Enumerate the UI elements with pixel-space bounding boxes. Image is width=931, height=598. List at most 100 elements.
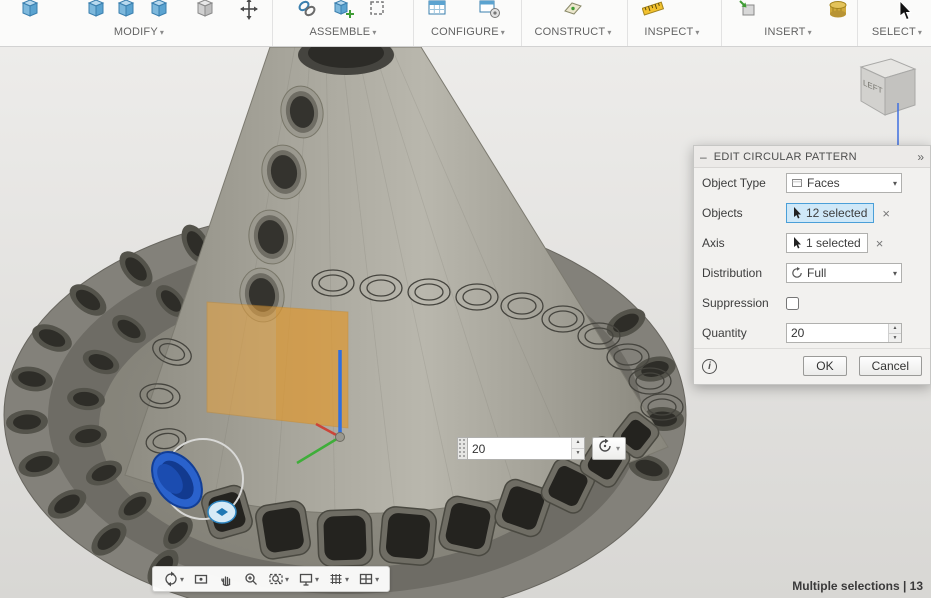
look-at-icon[interactable] [193, 571, 209, 587]
chevron-down-icon: ▾ [808, 28, 812, 37]
suppression-checkbox[interactable] [786, 297, 799, 310]
select-cursor-icon [793, 207, 802, 219]
menu-insert[interactable]: INSERT▾ [764, 26, 812, 38]
chevron-down-icon: ▾ [345, 575, 349, 584]
toolbar-separator [857, 0, 858, 46]
menu-configure[interactable]: CONFIGURE▾ [431, 26, 505, 38]
chevron-down-icon: ▾ [616, 444, 620, 453]
menu-assemble[interactable]: ASSEMBLE▾ [309, 26, 376, 38]
objects-selection-chip[interactable]: 12 selected [786, 203, 874, 223]
selection-status: Multiple selections | 13 [792, 579, 923, 593]
chevron-down-icon: ▾ [375, 575, 379, 584]
cancel-button[interactable]: Cancel [859, 356, 922, 376]
rigid-group-icon[interactable] [367, 0, 387, 26]
joint-icon[interactable] [297, 0, 317, 26]
chevron-down-icon: ▾ [501, 28, 505, 37]
toolbar-separator [521, 0, 522, 46]
chevron-down-icon: ▾ [695, 28, 699, 37]
chevron-down-icon: ▾ [893, 269, 897, 278]
quantity-increment-button[interactable]: ▲ [889, 324, 901, 334]
pattern-quantity-input[interactable] [468, 438, 571, 459]
dialog-header[interactable]: – EDIT CIRCULAR PATTERN » [694, 146, 930, 168]
clear-objects-icon[interactable]: × [882, 207, 890, 220]
configure-features-icon[interactable] [479, 0, 501, 26]
circular-pattern-icon [598, 439, 612, 458]
distribution-dropdown[interactable]: Full ▾ [786, 263, 902, 283]
toolbar-separator [627, 0, 628, 46]
toolbar-separator [413, 0, 414, 46]
grid-icon[interactable]: ▾ [328, 571, 349, 587]
pattern-type-button[interactable]: ▾ [592, 437, 626, 460]
toolbar-separator [272, 0, 273, 46]
objects-selection-count: 12 selected [806, 206, 867, 220]
origin-point[interactable] [336, 433, 345, 442]
split-body-icon[interactable] [195, 0, 215, 26]
chevron-down-icon: ▾ [315, 575, 319, 584]
full-distribution-icon [791, 267, 803, 279]
chevron-down-icon: ▾ [893, 179, 897, 188]
press-pull-icon[interactable] [20, 0, 40, 26]
chevron-down-icon: ▾ [607, 28, 611, 37]
insert-derive-icon[interactable] [737, 0, 757, 26]
edit-circular-pattern-dialog: – EDIT CIRCULAR PATTERN » Object Type Fa… [693, 145, 931, 385]
menu-inspect[interactable]: INSPECT▾ [644, 26, 699, 38]
quantity-input[interactable] [787, 324, 888, 342]
fillet-icon[interactable] [86, 0, 106, 26]
navigation-toolbar: ▾ ▾ ▾ ▾ ▾ [152, 566, 390, 592]
fusion-window: MODIFY▾ ASSEMBLE▾ CONFIGURE▾ CONSTRUCT▾ … [0, 0, 931, 598]
configuration-table-icon[interactable] [427, 0, 447, 26]
object-type-value: Faces [807, 176, 891, 190]
construction-plane-icon[interactable] [563, 0, 583, 26]
suppression-label: Suppression [702, 296, 786, 310]
toolbar-separator [721, 0, 722, 46]
distribution-value: Full [807, 266, 891, 280]
clear-axis-icon[interactable]: × [876, 237, 884, 250]
objects-label: Objects [702, 206, 786, 220]
viewports-icon[interactable]: ▾ [358, 571, 379, 587]
axis-selection-count: 1 selected [806, 236, 861, 250]
distribution-label: Distribution [702, 266, 786, 280]
pattern-quantity-overlay: ▲ ▼ ▾ [457, 437, 626, 460]
drag-handle[interactable] [457, 437, 467, 460]
menu-construct[interactable]: CONSTRUCT▾ [534, 26, 611, 38]
chevron-down-icon: ▾ [372, 28, 376, 37]
chevron-down-icon: ▾ [285, 575, 289, 584]
top-toolbar: MODIFY▾ ASSEMBLE▾ CONFIGURE▾ CONSTRUCT▾ … [0, 0, 931, 47]
shell-icon[interactable] [116, 0, 136, 26]
overlay-decrement-button[interactable]: ▼ [572, 449, 584, 459]
new-component-icon[interactable] [333, 0, 355, 26]
axis-selection-chip[interactable]: 1 selected [786, 233, 868, 253]
pan-icon[interactable] [218, 571, 234, 587]
chevron-down-icon: ▾ [160, 28, 164, 37]
pattern-manipulator[interactable] [208, 501, 236, 523]
menu-modify[interactable]: MODIFY▾ [114, 26, 164, 38]
ok-button[interactable]: OK [803, 356, 846, 376]
object-type-dropdown[interactable]: Faces ▾ [786, 173, 902, 193]
chevron-down-icon: ▾ [918, 28, 922, 37]
pattern-quantity-box: ▲ ▼ [467, 437, 585, 460]
mouse-cursor-icon [899, 1, 915, 28]
move-copy-icon[interactable] [239, 0, 259, 26]
select-cursor-icon [793, 237, 802, 249]
zoom-icon[interactable] [243, 571, 259, 587]
fit-icon[interactable]: ▾ [268, 571, 289, 587]
collapse-icon[interactable]: – [700, 150, 707, 164]
chevron-down-icon: ▾ [180, 575, 184, 584]
faces-icon [791, 177, 803, 189]
panel-expand-icon[interactable]: » [917, 150, 924, 164]
quantity-label: Quantity [702, 326, 786, 340]
axis-label: Axis [702, 236, 786, 250]
object-type-label: Object Type [702, 176, 786, 190]
quantity-input-group: ▲ ▼ [786, 323, 902, 343]
display-settings-icon[interactable]: ▾ [298, 571, 319, 587]
quantity-decrement-button[interactable]: ▼ [889, 334, 901, 343]
construction-workplane[interactable] [207, 302, 348, 428]
info-icon[interactable]: i [702, 359, 717, 374]
measure-icon[interactable] [642, 0, 664, 26]
dialog-title: EDIT CIRCULAR PATTERN [714, 151, 918, 163]
viewport-3d[interactable]: LEFT ▲ ▼ ▾ – [0, 47, 931, 598]
overlay-increment-button[interactable]: ▲ [572, 438, 584, 449]
orbit-icon[interactable]: ▾ [163, 571, 184, 587]
combine-icon[interactable] [149, 0, 169, 26]
insert-mcmaster-icon[interactable] [828, 0, 848, 26]
